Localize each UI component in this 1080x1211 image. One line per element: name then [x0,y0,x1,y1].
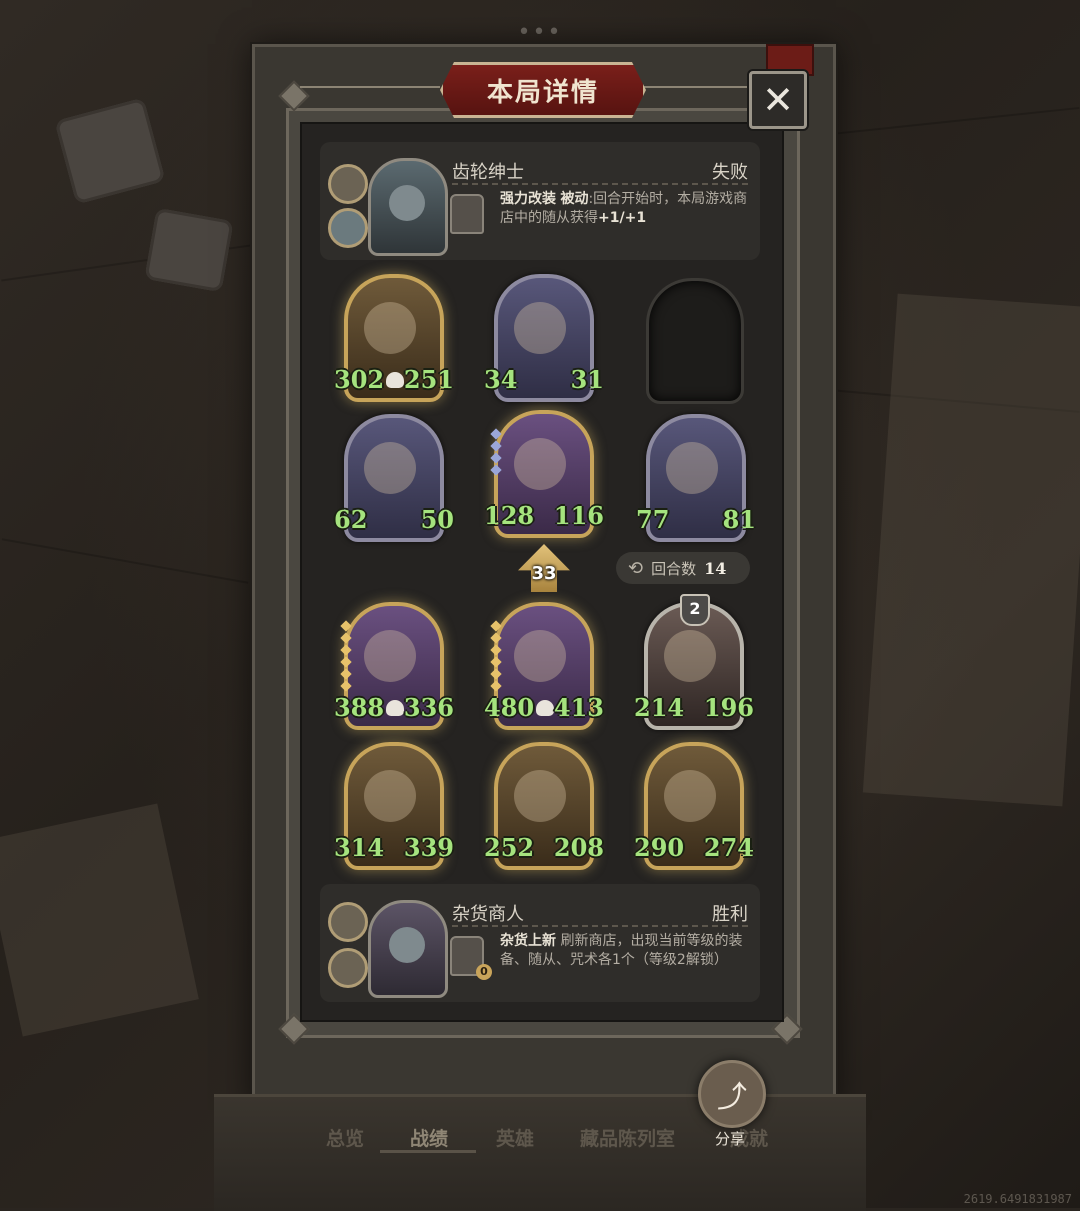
minion-health: 251 [403,365,454,394]
round-label: 回合数 [651,559,697,578]
opponent-hero-portrait[interactable] [368,158,448,256]
minion-attack: 214 [634,693,685,722]
minion-attack: 302 [334,365,385,394]
level-value: 33 [531,563,557,584]
title-banner: 本局详情 [440,62,646,118]
minion-card[interactable]: 302 251 [334,274,454,402]
minion-art [664,770,716,822]
minion-health: 274 [703,833,754,862]
skill-type: 被动 [560,191,589,207]
book-emblem-icon [328,948,368,988]
title-rule [640,86,750,88]
minion-health: 50 [420,505,454,534]
minion-health: 413 [553,693,604,722]
enchant-gems [340,620,352,694]
minion-health: 208 [553,833,604,862]
watermark-text: 2619.6491831987 [963,1192,1072,1206]
top-handle[interactable]: ••• [0,20,1080,45]
bottom-tab-bar [214,1094,866,1211]
skull-icon [386,372,404,388]
minion-card[interactable]: 314 339 [334,742,454,870]
minion-card[interactable]: 252 208 [484,742,604,870]
share-button[interactable]: ⤴ [698,1060,766,1128]
opponent-skill-text: 强力改装 被动:回合开始时，本局游戏商店中的随从获得+1/+1 [500,190,750,228]
skill-name: 杂货上新 [500,933,556,949]
minion-card[interactable]: 128 116 [484,410,604,538]
gear-emblem-icon [328,208,368,248]
opponent-hero-box: 齿轮绅士 失败 强力改装 被动:回合开始时，本局游戏商店中的随从获得+1/+1 [320,142,760,260]
hero-power-icon[interactable]: 0 [450,936,492,980]
dialog-title: 本局详情 [486,77,599,108]
tab-records[interactable]: 战绩 [410,1124,448,1151]
share-label[interactable]: 分享 [700,1128,760,1149]
player-result: 胜利 [712,904,748,925]
minion-attack: 314 [334,833,385,862]
book-emblem-icon [328,164,368,204]
minion-health: 336 [403,693,454,722]
minion-card[interactable]: 34 31 [484,274,604,402]
hero-divider [452,183,748,185]
minion-art [666,442,718,494]
skill-bonus: +1/+1 [598,210,647,226]
skull-icon [536,700,554,716]
skull-icon [386,700,404,716]
minion-art [364,302,416,354]
minion-attack: 290 [634,833,685,862]
minion-attack: 388 [334,693,385,722]
minion-card[interactable]: 2 214 196 [634,594,754,730]
tab-overview[interactable]: 总览 [326,1124,364,1151]
minion-art [514,630,566,682]
hero-power-icon[interactable] [450,194,484,234]
minion-art [514,770,566,822]
share-icon: ⤴ [717,1080,747,1115]
minion-health: 116 [553,501,604,530]
tab-heroes[interactable]: 英雄 [496,1124,534,1151]
minion-health: 31 [570,365,604,394]
minion-art [514,438,566,490]
minion-card[interactable]: 290 274 [634,742,754,870]
player-hero-name: 杂货商人 [452,904,524,925]
tab-collection[interactable]: 藏品陈列室 [580,1124,675,1151]
skill-cost: 0 [476,964,492,980]
minion-attack: 252 [484,833,535,862]
minion-health: 339 [403,833,454,862]
minion-card[interactable]: 77 81 [636,414,756,542]
minion-attack: 62 [334,505,368,534]
minion-health: 196 [703,693,754,722]
close-icon[interactable]: ✕ [762,78,794,122]
minion-card[interactable]: 480 413 [484,602,604,730]
hero-divider [452,925,748,927]
paper-scrap [862,293,1080,807]
empty-minion-slot [646,278,744,404]
active-tab-underline [380,1150,476,1153]
minion-art [364,630,416,682]
player-skill-text: 杂货上新 刷新商店，出现当前等级的装备、随从、咒术各1个（等级2解锁） [500,932,750,970]
minion-tier-badge: 2 [680,594,710,626]
skill-name: 强力改装 [500,191,556,207]
minion-art [664,630,716,682]
minion-attack: 128 [484,501,535,530]
round-count: 14 [704,558,727,578]
minion-art [514,302,566,354]
round-counter: ⟲ 回合数 14 [616,552,750,584]
puzzle-piece [144,207,234,293]
book-emblem-icon [328,902,368,942]
refresh-icon: ⟲ [628,557,644,579]
player-hero-portrait[interactable] [368,900,448,998]
enchant-gems [490,620,502,694]
player-hero-box: 杂货商人 胜利 0 杂货上新 刷新商店，出现当前等级的装备、随从、咒术各1个（等… [320,884,760,1002]
opponent-result: 失败 [712,162,748,183]
enchant-gems [490,428,502,478]
minion-attack: 77 [636,505,670,534]
minion-attack: 480 [484,693,535,722]
minion-attack: 34 [484,365,518,394]
title-rule [300,86,440,88]
minion-card[interactable]: 62 50 [334,414,454,542]
minion-health: 81 [722,505,756,534]
opponent-hero-name: 齿轮绅士 [452,162,524,183]
minion-card[interactable]: 388 336 [334,602,454,730]
minion-art [364,442,416,494]
close-button[interactable]: ✕ [749,71,807,129]
minion-art [364,770,416,822]
